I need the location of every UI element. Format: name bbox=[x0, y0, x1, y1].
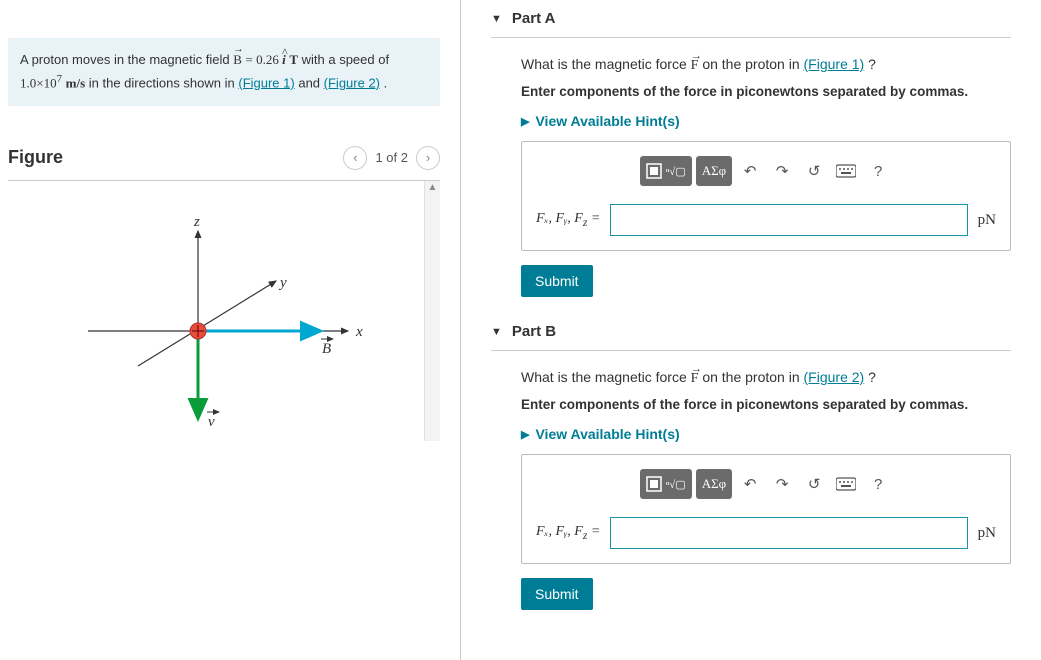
part-B-submit-button[interactable]: Submit bbox=[521, 578, 593, 610]
part-A-hint-toggle[interactable]: ▶ View Available Hint(s) bbox=[521, 113, 1011, 129]
F-vector: F bbox=[691, 58, 699, 74]
figure-diagram: x y z B v bbox=[8, 181, 428, 441]
problem-and: and bbox=[298, 75, 323, 90]
part-B-hint-toggle[interactable]: ▶ View Available Hint(s) bbox=[521, 426, 1011, 442]
part-A-answer-input[interactable] bbox=[610, 204, 967, 236]
template-tool[interactable]: ⁿ√▢ bbox=[640, 156, 692, 186]
problem-with-speed: with a speed of bbox=[302, 52, 389, 67]
part-B-figure-link[interactable]: (Figure 2) bbox=[804, 369, 865, 385]
figure-title: Figure bbox=[8, 147, 63, 168]
F-vector: F bbox=[691, 371, 699, 387]
scroll-up-arrow[interactable]: ▲ bbox=[426, 181, 440, 195]
part-B-unit: pN bbox=[978, 525, 996, 542]
units-T: T bbox=[289, 52, 298, 67]
speed-units: m/s bbox=[66, 75, 86, 90]
x-axis-label: x bbox=[355, 324, 363, 340]
collapse-icon[interactable]: ▼ bbox=[491, 13, 502, 25]
part-B-answer-box: ⁿ√▢ ΑΣφ ↶ ↷ ↺ ? Fₓ, Fᵧ, Fz = bbox=[521, 454, 1011, 564]
part-B-answer-input[interactable] bbox=[610, 517, 967, 549]
figure-scrollbar[interactable]: ▲ bbox=[424, 181, 440, 441]
part-B-question: What is the magnetic force F on the prot… bbox=[521, 369, 1011, 387]
figure2-link[interactable]: (Figure 2) bbox=[324, 75, 380, 90]
part-A-answer-box: ⁿ√▢ ΑΣφ ↶ ↷ ↺ ? Fₓ, Fᵧ, Fz = bbox=[521, 141, 1011, 251]
speed-value: 1.0×10 bbox=[20, 75, 57, 90]
collapse-icon[interactable]: ▼ bbox=[491, 326, 502, 338]
help-icon[interactable]: ? bbox=[864, 159, 892, 183]
problem-text: A proton moves in the magnetic field bbox=[20, 52, 233, 67]
help-icon[interactable]: ? bbox=[864, 472, 892, 496]
z-axis-label: z bbox=[193, 214, 200, 230]
problem-statement: A proton moves in the magnetic field B =… bbox=[8, 38, 440, 106]
greek-tool[interactable]: ΑΣφ bbox=[696, 469, 732, 499]
v-label: v bbox=[208, 414, 215, 430]
keyboard-icon[interactable] bbox=[832, 159, 860, 183]
redo-icon[interactable]: ↷ bbox=[768, 159, 796, 183]
part-A-submit-button[interactable]: Submit bbox=[521, 265, 593, 297]
keyboard-icon[interactable] bbox=[832, 472, 860, 496]
B-label: B bbox=[322, 341, 331, 357]
template-icon bbox=[646, 476, 662, 492]
part-A-question: What is the magnetic force F on the prot… bbox=[521, 56, 1011, 74]
speed-exp: 7 bbox=[57, 73, 62, 85]
part-A-answer-label: Fₓ, Fᵧ, Fz = bbox=[536, 211, 600, 229]
part-B-toolbar: ⁿ√▢ ΑΣφ ↶ ↷ ↺ ? bbox=[536, 469, 996, 499]
part-A-instruction: Enter components of the force in piconew… bbox=[521, 84, 1011, 99]
reset-icon[interactable]: ↺ bbox=[800, 159, 828, 183]
undo-icon[interactable]: ↶ bbox=[736, 472, 764, 496]
redo-icon[interactable]: ↷ bbox=[768, 472, 796, 496]
problem-dirs: in the directions shown in bbox=[89, 75, 239, 90]
caret-right-icon: ▶ bbox=[521, 115, 529, 128]
part-A-title: Part A bbox=[512, 10, 556, 27]
part-A: ▼ Part A What is the magnetic force F on… bbox=[491, 10, 1011, 297]
figure-prev-button[interactable]: ‹ bbox=[343, 146, 367, 170]
i-hat: i bbox=[282, 50, 286, 71]
part-B-instruction: Enter components of the force in piconew… bbox=[521, 397, 1011, 412]
figure-next-button[interactable]: › bbox=[416, 146, 440, 170]
part-A-figure-link[interactable]: (Figure 1) bbox=[804, 56, 865, 72]
y-axis-label: y bbox=[278, 275, 287, 291]
problem-eq: = 0.26 bbox=[245, 52, 282, 67]
part-B-title: Part B bbox=[512, 323, 556, 340]
template-icon bbox=[646, 163, 662, 179]
figure1-link[interactable]: (Figure 1) bbox=[238, 75, 294, 90]
greek-tool[interactable]: ΑΣφ bbox=[696, 156, 732, 186]
part-A-unit: pN bbox=[978, 212, 996, 229]
caret-right-icon: ▶ bbox=[521, 428, 529, 441]
problem-dot: . bbox=[384, 75, 388, 90]
B-vector: B bbox=[233, 50, 242, 71]
figure-pager: 1 of 2 bbox=[375, 150, 408, 165]
part-A-toolbar: ⁿ√▢ ΑΣφ ↶ ↷ ↺ ? bbox=[536, 156, 996, 186]
part-B-answer-label: Fₓ, Fᵧ, Fz = bbox=[536, 524, 600, 542]
reset-icon[interactable]: ↺ bbox=[800, 472, 828, 496]
undo-icon[interactable]: ↶ bbox=[736, 159, 764, 183]
part-B: ▼ Part B What is the magnetic force F on… bbox=[491, 323, 1011, 610]
template-tool[interactable]: ⁿ√▢ bbox=[640, 469, 692, 499]
